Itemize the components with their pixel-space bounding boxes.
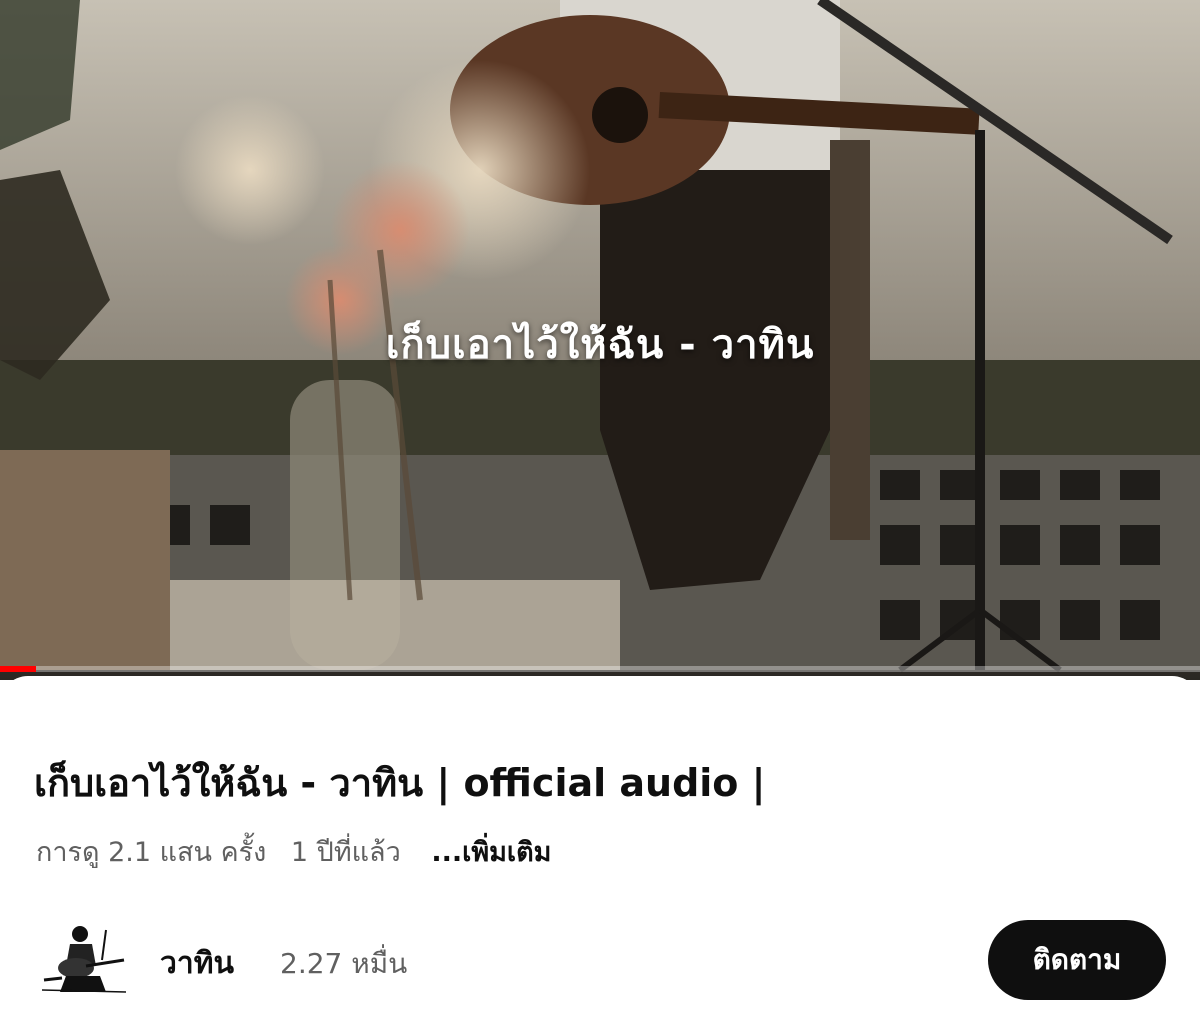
video-player[interactable]: เก็บเอาไว้ให้ฉัน - วาทิน	[0, 0, 1200, 680]
channel-avatar[interactable]	[36, 920, 132, 1000]
video-title[interactable]: เก็บเอาไว้ให้ฉัน - วาทิน | official audi…	[34, 752, 1174, 813]
video-info-panel: เก็บเอาไว้ให้ฉัน - วาทิน | official audi…	[0, 676, 1200, 1014]
video-metadata[interactable]: การดู 2.1 แสน ครั้ง 1 ปีที่แล้ว ...เพิ่ม…	[36, 830, 567, 873]
upload-age: 1 ปีที่แล้ว	[290, 837, 401, 868]
guitarist-sketch-icon	[36, 920, 132, 1000]
view-count: การดู 2.1 แสน ครั้ง	[36, 837, 267, 868]
more-link[interactable]: ...เพิ่มเติม	[431, 837, 551, 868]
progress-bar[interactable]	[0, 666, 1200, 672]
channel-row: วาทิน 2.27 หมื่น ติดตาม	[36, 920, 1166, 1000]
subscribe-button[interactable]: ติดตาม	[988, 920, 1166, 1000]
progress-bar-fill	[0, 666, 36, 672]
subscriber-count: 2.27 หมื่น	[280, 947, 408, 980]
video-overlay-title: เก็บเอาไว้ให้ฉัน - วาทิน	[385, 322, 815, 368]
channel-name[interactable]: วาทิน	[160, 940, 234, 987]
